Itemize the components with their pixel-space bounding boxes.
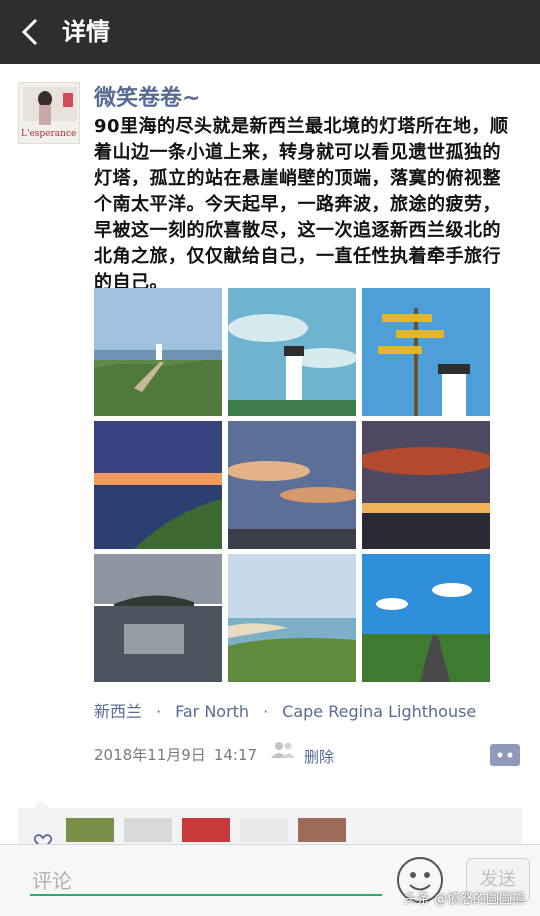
liker-avatar[interactable] bbox=[182, 818, 230, 842]
photo-9[interactable] bbox=[362, 554, 490, 682]
photo-6[interactable] bbox=[362, 421, 490, 549]
location-separator: · bbox=[156, 702, 162, 721]
location-region: Far North bbox=[175, 702, 250, 721]
post-text: 90里海的尽头就是新西兰最北境的灯塔所在地，顺着山边一条小道上来，转身就可以看见… bbox=[94, 116, 509, 293]
location-country: 新西兰 bbox=[94, 702, 143, 721]
liker-avatar[interactable] bbox=[124, 818, 172, 842]
title-bar: 详情 bbox=[0, 0, 540, 64]
location-tag[interactable]: 新西兰 · Far North · Cape Regina Lighthouse bbox=[94, 698, 476, 722]
photo-4[interactable] bbox=[94, 421, 222, 549]
watermark: 头条 @愤怒的圆圆熊 bbox=[404, 892, 526, 907]
comment-icon[interactable] bbox=[488, 742, 522, 768]
avatar-brand: L'esperance bbox=[21, 129, 77, 139]
photo-7[interactable] bbox=[94, 554, 222, 682]
post-time: 14:17 bbox=[213, 746, 258, 764]
photo-8[interactable] bbox=[228, 554, 356, 682]
delete-button[interactable]: 删除 bbox=[304, 746, 334, 767]
photo-grid bbox=[94, 288, 490, 682]
photo-3[interactable] bbox=[362, 288, 490, 416]
liker-avatar[interactable] bbox=[298, 818, 346, 842]
author-name[interactable]: 微笑卷卷~ bbox=[94, 80, 200, 112]
location-separator: · bbox=[263, 702, 269, 721]
photo-1[interactable] bbox=[94, 288, 222, 416]
back-arrow-icon[interactable] bbox=[14, 14, 50, 50]
privacy-icon bbox=[271, 742, 295, 758]
photo-2[interactable] bbox=[228, 288, 356, 416]
liker-avatar[interactable] bbox=[66, 818, 114, 842]
comment-input[interactable] bbox=[30, 868, 382, 896]
avatar[interactable]: L'esperance bbox=[18, 82, 80, 144]
post-date: 2018年11月9日 bbox=[94, 746, 206, 764]
photo-5[interactable] bbox=[228, 421, 356, 549]
liker-avatar[interactable] bbox=[240, 818, 288, 842]
page-title: 详情 bbox=[62, 18, 110, 46]
post-meta: 2018年11月9日 14:17 bbox=[94, 744, 257, 765]
likes-caret bbox=[34, 800, 50, 808]
location-place: Cape Regina Lighthouse bbox=[282, 702, 477, 721]
